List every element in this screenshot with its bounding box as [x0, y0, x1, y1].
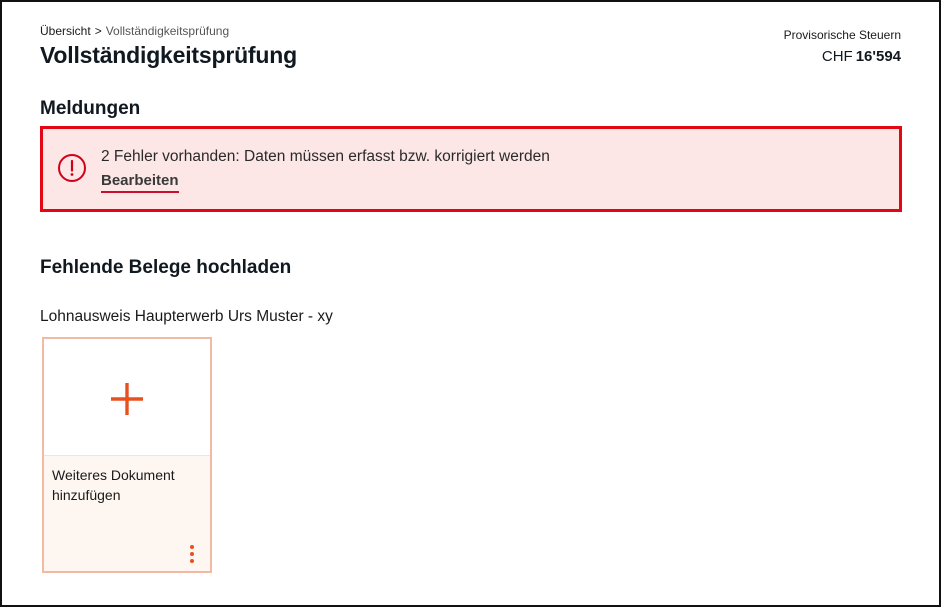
- breadcrumb-link-uebersicht[interactable]: Übersicht: [40, 24, 91, 38]
- provisional-taxes-amount: CHF 16'594: [784, 48, 901, 65]
- page-title: Vollständigkeitsprüfung: [40, 42, 297, 68]
- tax-amount-value: 16'594: [855, 48, 901, 65]
- provisional-taxes-label: Provisorische Steuern: [783, 28, 901, 42]
- currency-label: CHF: [821, 48, 853, 65]
- breadcrumb-separator: >: [94, 24, 102, 38]
- provisional-taxes: Provisorische Steuern CHF 16'594: [784, 28, 901, 65]
- alert-message: 2 Fehler vorhanden: Daten müssen erfasst…: [101, 148, 550, 165]
- exclamation-circle-icon: [57, 153, 87, 183]
- add-document-label: Weiteres Dokument hinzufügen: [52, 467, 175, 503]
- page-frame: Übersicht > Vollständigkeitsprüfung Vollst…: [0, 0, 941, 607]
- upload-section-title: Fehlende Belege hochladen: [40, 257, 292, 278]
- breadcrumb-current: Vollständigkeitsprüfung: [105, 24, 230, 38]
- kebab-menu-icon[interactable]: [186, 545, 198, 565]
- document-label: Lohnausweis Haupterwerb Urs Muster - xy: [40, 308, 333, 325]
- edit-link[interactable]: Bearbeiten: [101, 172, 179, 193]
- card-preview: [44, 339, 210, 456]
- breadcrumb: Übersicht > Vollständigkeitsprüfung: [40, 24, 229, 38]
- messages-section-title: Meldungen: [40, 98, 141, 119]
- add-document-card[interactable]: Weiteres Dokument hinzufügen: [42, 337, 212, 573]
- error-alert: 2 Fehler vorhanden: Daten müssen erfasst…: [40, 126, 902, 212]
- plus-icon: [109, 381, 145, 417]
